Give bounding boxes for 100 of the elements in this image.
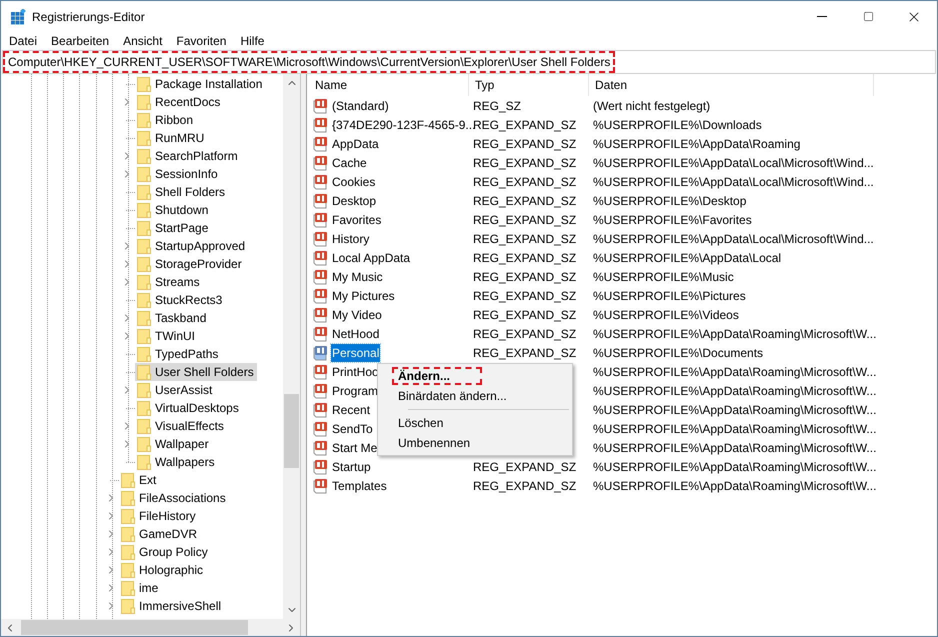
tree-item[interactable]: ImmersiveShell [119, 597, 224, 615]
vertical-scrollbar[interactable] [283, 74, 300, 619]
value-name[interactable]: History [331, 230, 370, 248]
column-header[interactable]: Typ [469, 74, 589, 96]
string-value-icon [313, 402, 329, 418]
value-name[interactable]: Start Me [331, 438, 378, 456]
menu-item[interactable]: Datei [2, 32, 44, 50]
folder-icon [137, 292, 151, 308]
menu-item[interactable]: Ändern... [392, 367, 482, 385]
value-name[interactable]: Personal [331, 344, 380, 362]
value-data: %USERPROFILE%\AppData\Local\Microsoft\Wind... [593, 174, 874, 188]
tree-item[interactable]: Group Policy [119, 543, 211, 561]
registry-editor-icon [10, 8, 26, 24]
folder-icon [137, 454, 151, 470]
scroll-thumb[interactable] [284, 394, 299, 468]
menu-item[interactable]: Ansicht [116, 32, 170, 50]
tree-item[interactable]: Wallpaper [135, 435, 212, 453]
folder-icon [137, 274, 151, 290]
tree-item[interactable]: VirtualDesktops [135, 399, 242, 417]
tree-item[interactable]: TWinUI [135, 327, 198, 345]
value-data: %USERPROFILE%\AppData\Local [593, 250, 782, 264]
tree-item[interactable]: Ext [119, 471, 160, 489]
tree-item[interactable]: TypedPaths [135, 345, 222, 363]
value-type: REG_EXPAND_SZ [473, 136, 576, 150]
menu-item[interactable]: Löschen [392, 414, 450, 432]
tree-item[interactable]: VisualEffects [135, 417, 227, 435]
tree-item[interactable]: Shutdown [135, 201, 212, 219]
menu-item[interactable]: Umbenennen [392, 434, 476, 452]
tree-item[interactable]: StorageProvider [135, 255, 245, 273]
tree-item[interactable]: User Shell Folders [135, 363, 257, 381]
folder-icon [137, 112, 151, 128]
tree-item[interactable]: GameDVR [119, 525, 200, 543]
value-name[interactable]: PrintHoo [331, 362, 380, 380]
value-name[interactable]: Program [331, 382, 380, 400]
value-name[interactable]: AppData [331, 134, 380, 152]
value-name[interactable]: My Music [331, 268, 384, 286]
string-value-icon [313, 192, 329, 208]
value-name[interactable]: Startup [331, 458, 372, 476]
tree-item[interactable]: Streams [135, 273, 203, 291]
folder-icon [121, 526, 135, 542]
menu-item[interactable]: Favoriten [169, 32, 234, 50]
string-value-icon [313, 458, 329, 474]
tree-item[interactable]: Ribbon [135, 111, 196, 129]
value-data: %USERPROFILE%\AppData\Roaming\Microsoft\W... [593, 440, 876, 454]
value-name[interactable]: SendTo [331, 420, 374, 438]
horizontal-scrollbar[interactable] [1, 619, 300, 636]
tree-item[interactable]: RecentDocs [135, 93, 224, 111]
value-name[interactable]: Local AppData [331, 248, 412, 266]
scroll-thumb[interactable] [21, 620, 248, 635]
folder-icon [137, 220, 151, 236]
tree-item[interactable]: SessionInfo [135, 165, 221, 183]
value-name[interactable]: Favorites [331, 210, 382, 228]
value-data: %USERPROFILE%\AppData\Roaming [593, 136, 800, 150]
tree-item[interactable]: Taskband [135, 309, 210, 327]
folder-icon [137, 148, 151, 164]
column-header[interactable]: Name [309, 74, 469, 96]
value-data: %USERPROFILE%\AppData\Local\Microsoft\Wind... [593, 156, 874, 170]
tree-item[interactable]: StartPage [135, 219, 212, 237]
value-type: REG_EXPAND_SZ [473, 478, 576, 492]
menu-item[interactable]: Bearbeiten [44, 32, 116, 50]
tree-item[interactable]: FileHistory [119, 507, 199, 525]
value-name[interactable]: Templates [331, 476, 388, 494]
value-name[interactable]: Desktop [331, 192, 378, 210]
tree-item[interactable]: Wallpapers [135, 453, 218, 471]
value-data: %USERPROFILE%\Documents [593, 346, 764, 360]
tree-item[interactable]: RunMRU [135, 129, 208, 147]
value-name[interactable]: Recent [331, 400, 372, 418]
folder-icon [121, 562, 135, 578]
tree-item[interactable]: SearchPlatform [135, 147, 241, 165]
tree-item[interactable]: StartupApproved [135, 237, 248, 255]
tree-item[interactable]: ime [119, 579, 162, 597]
value-name[interactable]: NetHood [331, 324, 380, 342]
tree-item[interactable]: FileAssociations [119, 489, 229, 507]
value-type: REG_EXPAND_SZ [473, 250, 576, 264]
value-name[interactable]: My Video [331, 306, 383, 324]
tree-item[interactable]: UserAssist [135, 381, 216, 399]
value-type: REG_EXPAND_SZ [473, 460, 576, 474]
folder-icon [137, 256, 151, 272]
tree-item[interactable]: Shell Folders [135, 183, 228, 201]
value-name[interactable]: Cookies [331, 172, 376, 190]
value-name[interactable]: (Standard) [331, 96, 390, 114]
column-header[interactable]: Daten [589, 74, 874, 96]
value-data: (Wert nicht festgelegt) [593, 98, 710, 112]
tree-item[interactable]: StuckRects3 [135, 291, 226, 309]
tree-item[interactable]: Holographic [119, 561, 206, 579]
window-title: Registrierungs-Editor [32, 8, 145, 26]
value-data: %USERPROFILE%\Pictures [593, 288, 746, 302]
menu-item[interactable]: Binärdaten ändern... [392, 387, 513, 405]
value-data: %USERPROFILE%\AppData\Roaming\Microsoft\W... [593, 364, 876, 378]
menu-item[interactable]: Hilfe [233, 32, 272, 50]
folder-icon [137, 418, 151, 434]
tree-item[interactable]: Package Installation [135, 75, 266, 93]
string-value-icon [313, 230, 329, 246]
value-type: REG_SZ [473, 98, 522, 112]
value-name[interactable]: Cache [331, 154, 368, 172]
string-value-icon [313, 344, 329, 360]
address-bar[interactable]: Computer\HKEY_CURRENT_USER\SOFTWARE\Microsoft\Windows\CurrentVersion\Explorer\User Shell Folders [3, 51, 616, 73]
folder-icon [121, 472, 135, 488]
string-value-icon [313, 116, 329, 132]
value-name[interactable]: My Pictures [331, 286, 396, 304]
